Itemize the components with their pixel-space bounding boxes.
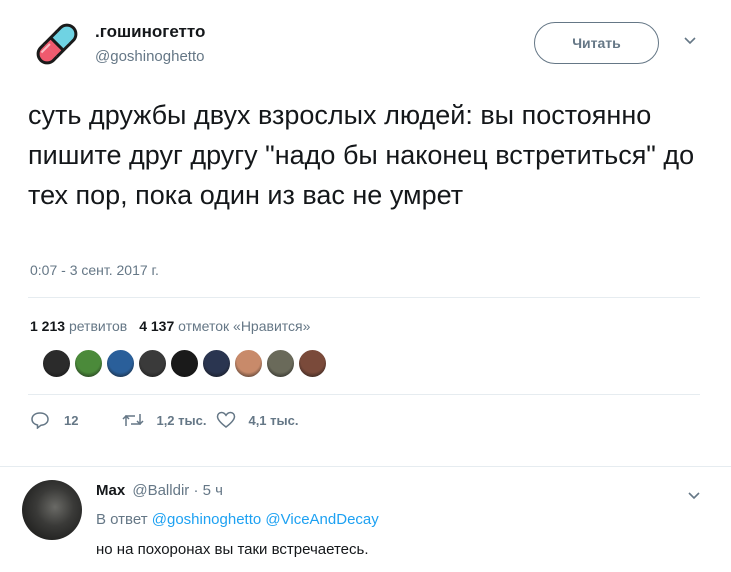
liker-avatar[interactable] bbox=[74, 349, 103, 378]
liker-avatar[interactable] bbox=[202, 349, 231, 378]
tweet-timestamp[interactable]: 0:07 - 3 сент. 2017 г. bbox=[30, 262, 159, 278]
heart-icon bbox=[217, 411, 236, 428]
tweet-text: суть дружбы двух взрослых людей: вы пост… bbox=[28, 100, 695, 210]
liker-avatar[interactable] bbox=[170, 349, 199, 378]
reply-icon bbox=[31, 412, 49, 429]
reply-count: 12 bbox=[64, 412, 79, 428]
chevron-down-icon[interactable] bbox=[687, 488, 701, 506]
retweets-stat[interactable]: 1 213 ретвитов bbox=[30, 318, 127, 334]
liker-avatar[interactable] bbox=[298, 349, 327, 378]
like-count: 4,1 тыс. bbox=[248, 412, 299, 428]
retweet-count: 1,2 тыс. bbox=[156, 412, 207, 428]
display-name[interactable]: .гошиногетто bbox=[95, 22, 205, 42]
divider bbox=[28, 297, 700, 298]
retweet-action[interactable]: 1,2 тыс. bbox=[122, 411, 206, 429]
likes-stat[interactable]: 4 137 отметок «Нравится» bbox=[139, 318, 310, 334]
reply-time[interactable]: · 5 ч bbox=[193, 482, 223, 499]
tweet-stats: 1 213 ретвитов 4 137 отметок «Нравится» bbox=[30, 318, 322, 334]
reply-author-handle[interactable]: @Balldir bbox=[132, 482, 189, 499]
reply-avatar[interactable] bbox=[22, 480, 82, 540]
divider bbox=[28, 394, 700, 395]
reply-header: Max @Balldir · 5 ч bbox=[96, 482, 223, 499]
profile-avatar[interactable] bbox=[30, 17, 84, 71]
liker-avatar[interactable] bbox=[42, 349, 71, 378]
action-bar: 12 1,2 тыс. 4,1 тыс. bbox=[30, 411, 298, 429]
reply-to-line: В ответ @goshinoghetto @ViceAndDecay bbox=[96, 511, 379, 528]
liker-avatar[interactable] bbox=[138, 349, 167, 378]
follow-button[interactable]: Читать bbox=[534, 22, 659, 64]
reply-text: но на похоронах вы таки встречаетесь. bbox=[96, 541, 369, 558]
mention-link[interactable]: @goshinoghetto bbox=[152, 511, 261, 528]
mention-link[interactable]: @ViceAndDecay bbox=[265, 511, 378, 528]
reply-action[interactable]: 12 bbox=[30, 411, 78, 429]
liker-avatar[interactable] bbox=[234, 349, 263, 378]
likers-avatars bbox=[42, 349, 327, 378]
chevron-down-icon[interactable] bbox=[683, 36, 697, 46]
section-divider bbox=[0, 466, 731, 467]
reply-prefix: В ответ bbox=[96, 511, 148, 528]
reply-author-name[interactable]: Max bbox=[96, 482, 125, 499]
user-handle[interactable]: @goshinoghetto bbox=[95, 48, 204, 65]
pill-icon bbox=[36, 23, 78, 65]
liker-avatar[interactable] bbox=[106, 349, 135, 378]
liker-avatar[interactable] bbox=[266, 349, 295, 378]
retweet-icon bbox=[122, 414, 144, 426]
like-action[interactable]: 4,1 тыс. bbox=[216, 411, 298, 429]
